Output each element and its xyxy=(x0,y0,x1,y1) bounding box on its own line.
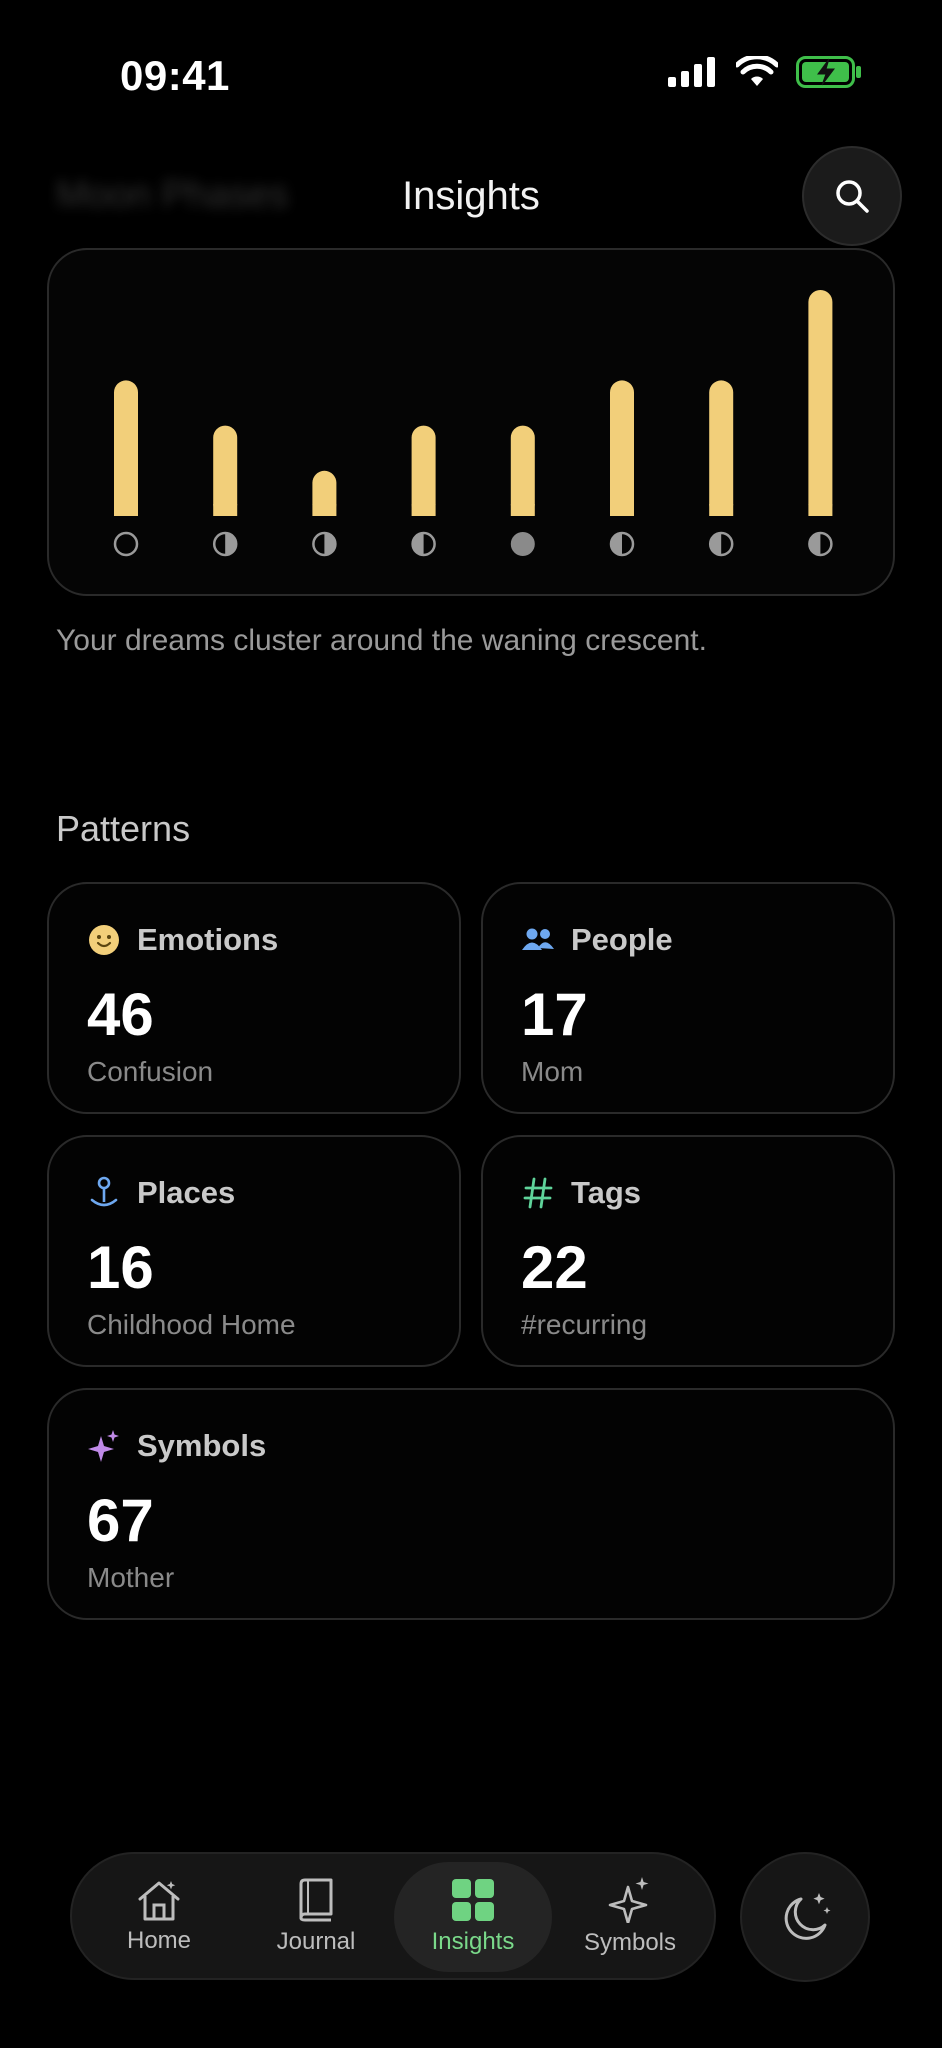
tab-journal-label: Journal xyxy=(276,1928,356,1955)
signal-icon xyxy=(668,57,715,87)
tab-insights-label: Insights xyxy=(431,1928,515,1955)
symbols-top: Mother xyxy=(87,1562,175,1593)
emotions-top: Confusion xyxy=(87,1056,214,1087)
moon-phase-icon-last-quarter xyxy=(708,531,734,557)
tab-journal[interactable]: Journal xyxy=(237,1862,395,1972)
map-pin-icon xyxy=(87,1176,121,1210)
emotions-count: 46 xyxy=(87,981,154,1048)
tab-home-label: Home xyxy=(126,1927,192,1954)
bar-base xyxy=(114,504,138,516)
tab-insights[interactable]: Insights xyxy=(394,1862,552,1972)
moon-phase-icon-first-quarter xyxy=(312,531,337,557)
places-card[interactable]: Places 16 Childhood Home xyxy=(47,1135,461,1367)
bar-base xyxy=(709,504,734,516)
bar-base xyxy=(213,504,238,516)
moon-stars-icon xyxy=(784,1893,831,1940)
tab-symbols[interactable]: Symbols xyxy=(551,1862,709,1972)
status-bar: 09:41 xyxy=(0,0,942,150)
tags-top: #recurring xyxy=(521,1309,648,1340)
people-card[interactable]: People 17 Mom xyxy=(481,882,895,1114)
people-count: 17 xyxy=(521,981,588,1048)
wifi-icon xyxy=(736,56,778,86)
moon-phase-icon-full-moon xyxy=(510,532,535,556)
battery-charging-icon xyxy=(796,56,861,88)
tags-count: 22 xyxy=(521,1234,588,1301)
search-button[interactable] xyxy=(802,146,902,246)
places-count: 16 xyxy=(87,1234,154,1301)
bar-full-moon[interactable] xyxy=(510,425,535,516)
page-title: Insights xyxy=(402,174,540,218)
moon-phase-icon-new-moon xyxy=(113,531,139,557)
bar-waning-crescent[interactable] xyxy=(808,290,833,516)
moon-phase-icon-waxing-gibbous xyxy=(411,531,436,557)
tab-symbols-label: Symbols xyxy=(583,1929,677,1956)
bar-base xyxy=(610,504,634,516)
symbols-card[interactable]: Symbols 67 Mother xyxy=(47,1388,895,1620)
header: Moon Phases Insights xyxy=(0,150,942,250)
book-icon xyxy=(299,1878,333,1922)
insight-text: Your dreams cluster around the waning cr… xyxy=(56,624,707,657)
bar-waxing-crescent[interactable] xyxy=(213,425,238,516)
people-icon xyxy=(521,923,555,957)
bar-last-quarter[interactable] xyxy=(709,380,734,516)
bar-waning-gibbous[interactable] xyxy=(610,380,634,516)
bar-base xyxy=(411,504,436,516)
moon-phase-icon-waxing-crescent xyxy=(212,531,238,557)
sparkles-icon xyxy=(87,1429,121,1463)
symbols-label: Symbols xyxy=(137,1428,267,1463)
patterns-title: Patterns xyxy=(56,808,191,849)
places-label: Places xyxy=(137,1175,236,1210)
bar-new-moon[interactable] xyxy=(114,380,138,516)
sparkles-tab-icon xyxy=(608,1877,649,1923)
tab-bar: Home Journal Insights Symbols xyxy=(70,1852,716,1980)
moon-phase-icon-waning-gibbous xyxy=(609,531,635,557)
grid-icon xyxy=(452,1879,494,1921)
tags-card[interactable]: Tags 22 #recurring xyxy=(481,1135,895,1367)
moon-phase-chart-svg xyxy=(113,290,833,557)
smiley-icon xyxy=(87,923,121,957)
home-icon xyxy=(138,1881,180,1921)
people-label: People xyxy=(571,922,673,957)
places-top: Childhood Home xyxy=(87,1309,296,1340)
emotions-label: Emotions xyxy=(137,922,279,957)
bar-base xyxy=(312,504,337,516)
hashtag-icon xyxy=(521,1176,555,1210)
emotions-card[interactable]: Emotions 46 Confusion xyxy=(47,882,461,1114)
tab-home[interactable]: Home xyxy=(80,1862,238,1972)
night-mode-button[interactable] xyxy=(740,1852,870,1982)
symbols-count: 67 xyxy=(87,1487,154,1554)
status-time: 09:41 xyxy=(120,52,230,99)
bar-base xyxy=(510,504,535,516)
search-icon xyxy=(836,180,869,213)
bar-waxing-gibbous[interactable] xyxy=(411,425,436,516)
people-top: Mom xyxy=(521,1056,584,1087)
status-icons xyxy=(668,56,862,88)
moon-phase-icon-waning-crescent xyxy=(808,531,833,557)
tags-label: Tags xyxy=(571,1175,642,1210)
moon-phase-chart xyxy=(47,248,895,596)
bar-base xyxy=(808,504,833,516)
